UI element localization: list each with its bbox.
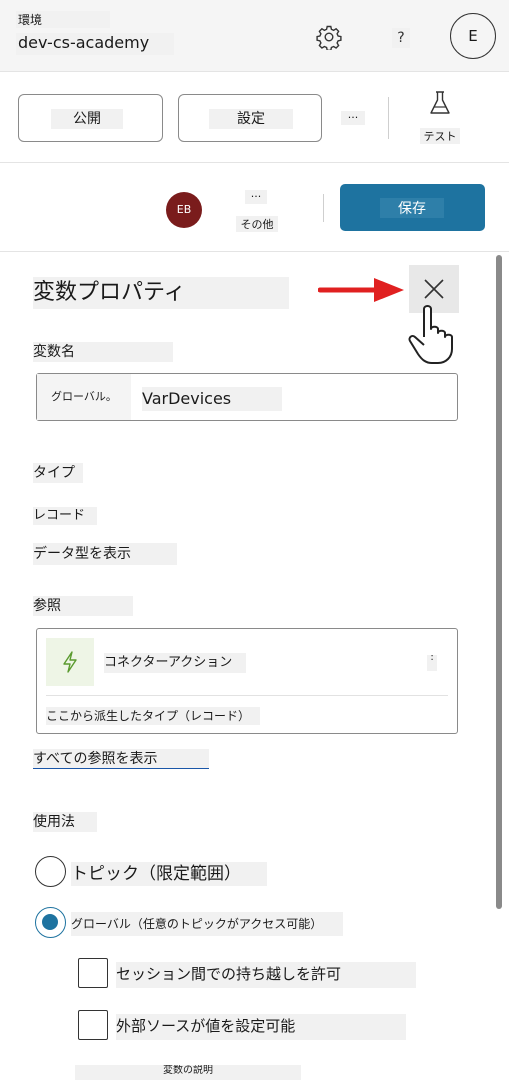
external-source-label[interactable]: 外部ソースが値を設定可能	[116, 1014, 406, 1040]
reference-menu-button[interactable]: :	[427, 653, 437, 671]
reference-label: 参照	[33, 596, 133, 616]
command-toolbar: 公開 設定 ... テスト	[0, 73, 509, 163]
variable-name-value[interactable]: VarDevices	[142, 387, 282, 411]
reference-item-name[interactable]: コネクターアクション	[104, 653, 246, 673]
carry-over-label[interactable]: セッション間での持ち越しを許可	[116, 962, 416, 988]
lightning-icon	[46, 638, 94, 686]
toolbar-more-button[interactable]: ...	[341, 109, 365, 125]
panel-scrollbar[interactable]	[496, 255, 502, 909]
variable-name-label: 変数名	[33, 342, 173, 362]
usage-option-topic-label[interactable]: トピック（限定範囲）	[71, 862, 267, 886]
top-header: 環境 dev-cs-academy ? E	[0, 0, 509, 72]
external-source-checkbox[interactable]	[78, 1010, 108, 1040]
publish-button-label: 公開	[51, 109, 123, 129]
more-button-label[interactable]: その他	[236, 216, 278, 232]
panel-title: 変数プロパティ	[33, 277, 289, 309]
usage-radio-topic[interactable]	[35, 856, 66, 887]
type-value: レコード	[33, 507, 97, 525]
collaborator-avatar[interactable]: EB	[166, 192, 202, 228]
variable-name-field[interactable]: グローバル。 VarDevices	[36, 373, 458, 421]
type-label: タイプ	[33, 463, 83, 483]
help-button[interactable]: ?	[392, 28, 410, 48]
pointer-hand-icon	[408, 305, 453, 364]
red-arrow	[318, 278, 404, 302]
close-icon	[424, 279, 444, 299]
save-row: EB ... その他 保存	[0, 164, 509, 252]
variable-scope-prefix: グローバル。	[37, 374, 131, 420]
settings-button-label: 設定	[209, 109, 293, 129]
usage-option-global-label[interactable]: グローバル（任意のトピックがアクセス可能）	[71, 912, 343, 936]
save-row-divider	[323, 194, 324, 222]
environment-name[interactable]: dev-cs-academy	[16, 33, 174, 55]
toolbar-divider	[388, 97, 389, 139]
settings-button[interactable]: 設定	[178, 94, 322, 142]
environment-label: 環境	[16, 11, 110, 28]
test-button-label[interactable]: テスト	[420, 128, 460, 144]
save-button-label: 保存	[380, 198, 444, 218]
more-dots-icon[interactable]: ...	[245, 188, 267, 204]
reference-derived-type: ここから派生したタイプ（レコード）	[46, 707, 260, 725]
flask-icon[interactable]	[428, 90, 452, 116]
show-all-references-link[interactable]: すべての参照を表示	[33, 749, 209, 769]
show-data-type-link[interactable]: データ型を表示	[33, 543, 177, 565]
publish-button[interactable]: 公開	[18, 94, 163, 142]
usage-radio-global[interactable]	[35, 907, 66, 938]
reference-card[interactable]: コネクターアクション : ここから派生したタイプ（レコード）	[36, 628, 458, 734]
usage-label: 使用法	[33, 812, 97, 832]
carry-over-checkbox[interactable]	[78, 958, 108, 988]
user-avatar[interactable]: E	[450, 13, 496, 59]
gear-icon[interactable]	[316, 24, 342, 51]
save-button[interactable]: 保存	[340, 184, 485, 231]
variable-description-label: 変数の説明	[75, 1065, 301, 1080]
reference-divider	[46, 695, 448, 696]
variable-properties-panel: 変数プロパティ 変数名 グローバル。 VarDevices タイプ レコード デ…	[0, 253, 509, 1080]
